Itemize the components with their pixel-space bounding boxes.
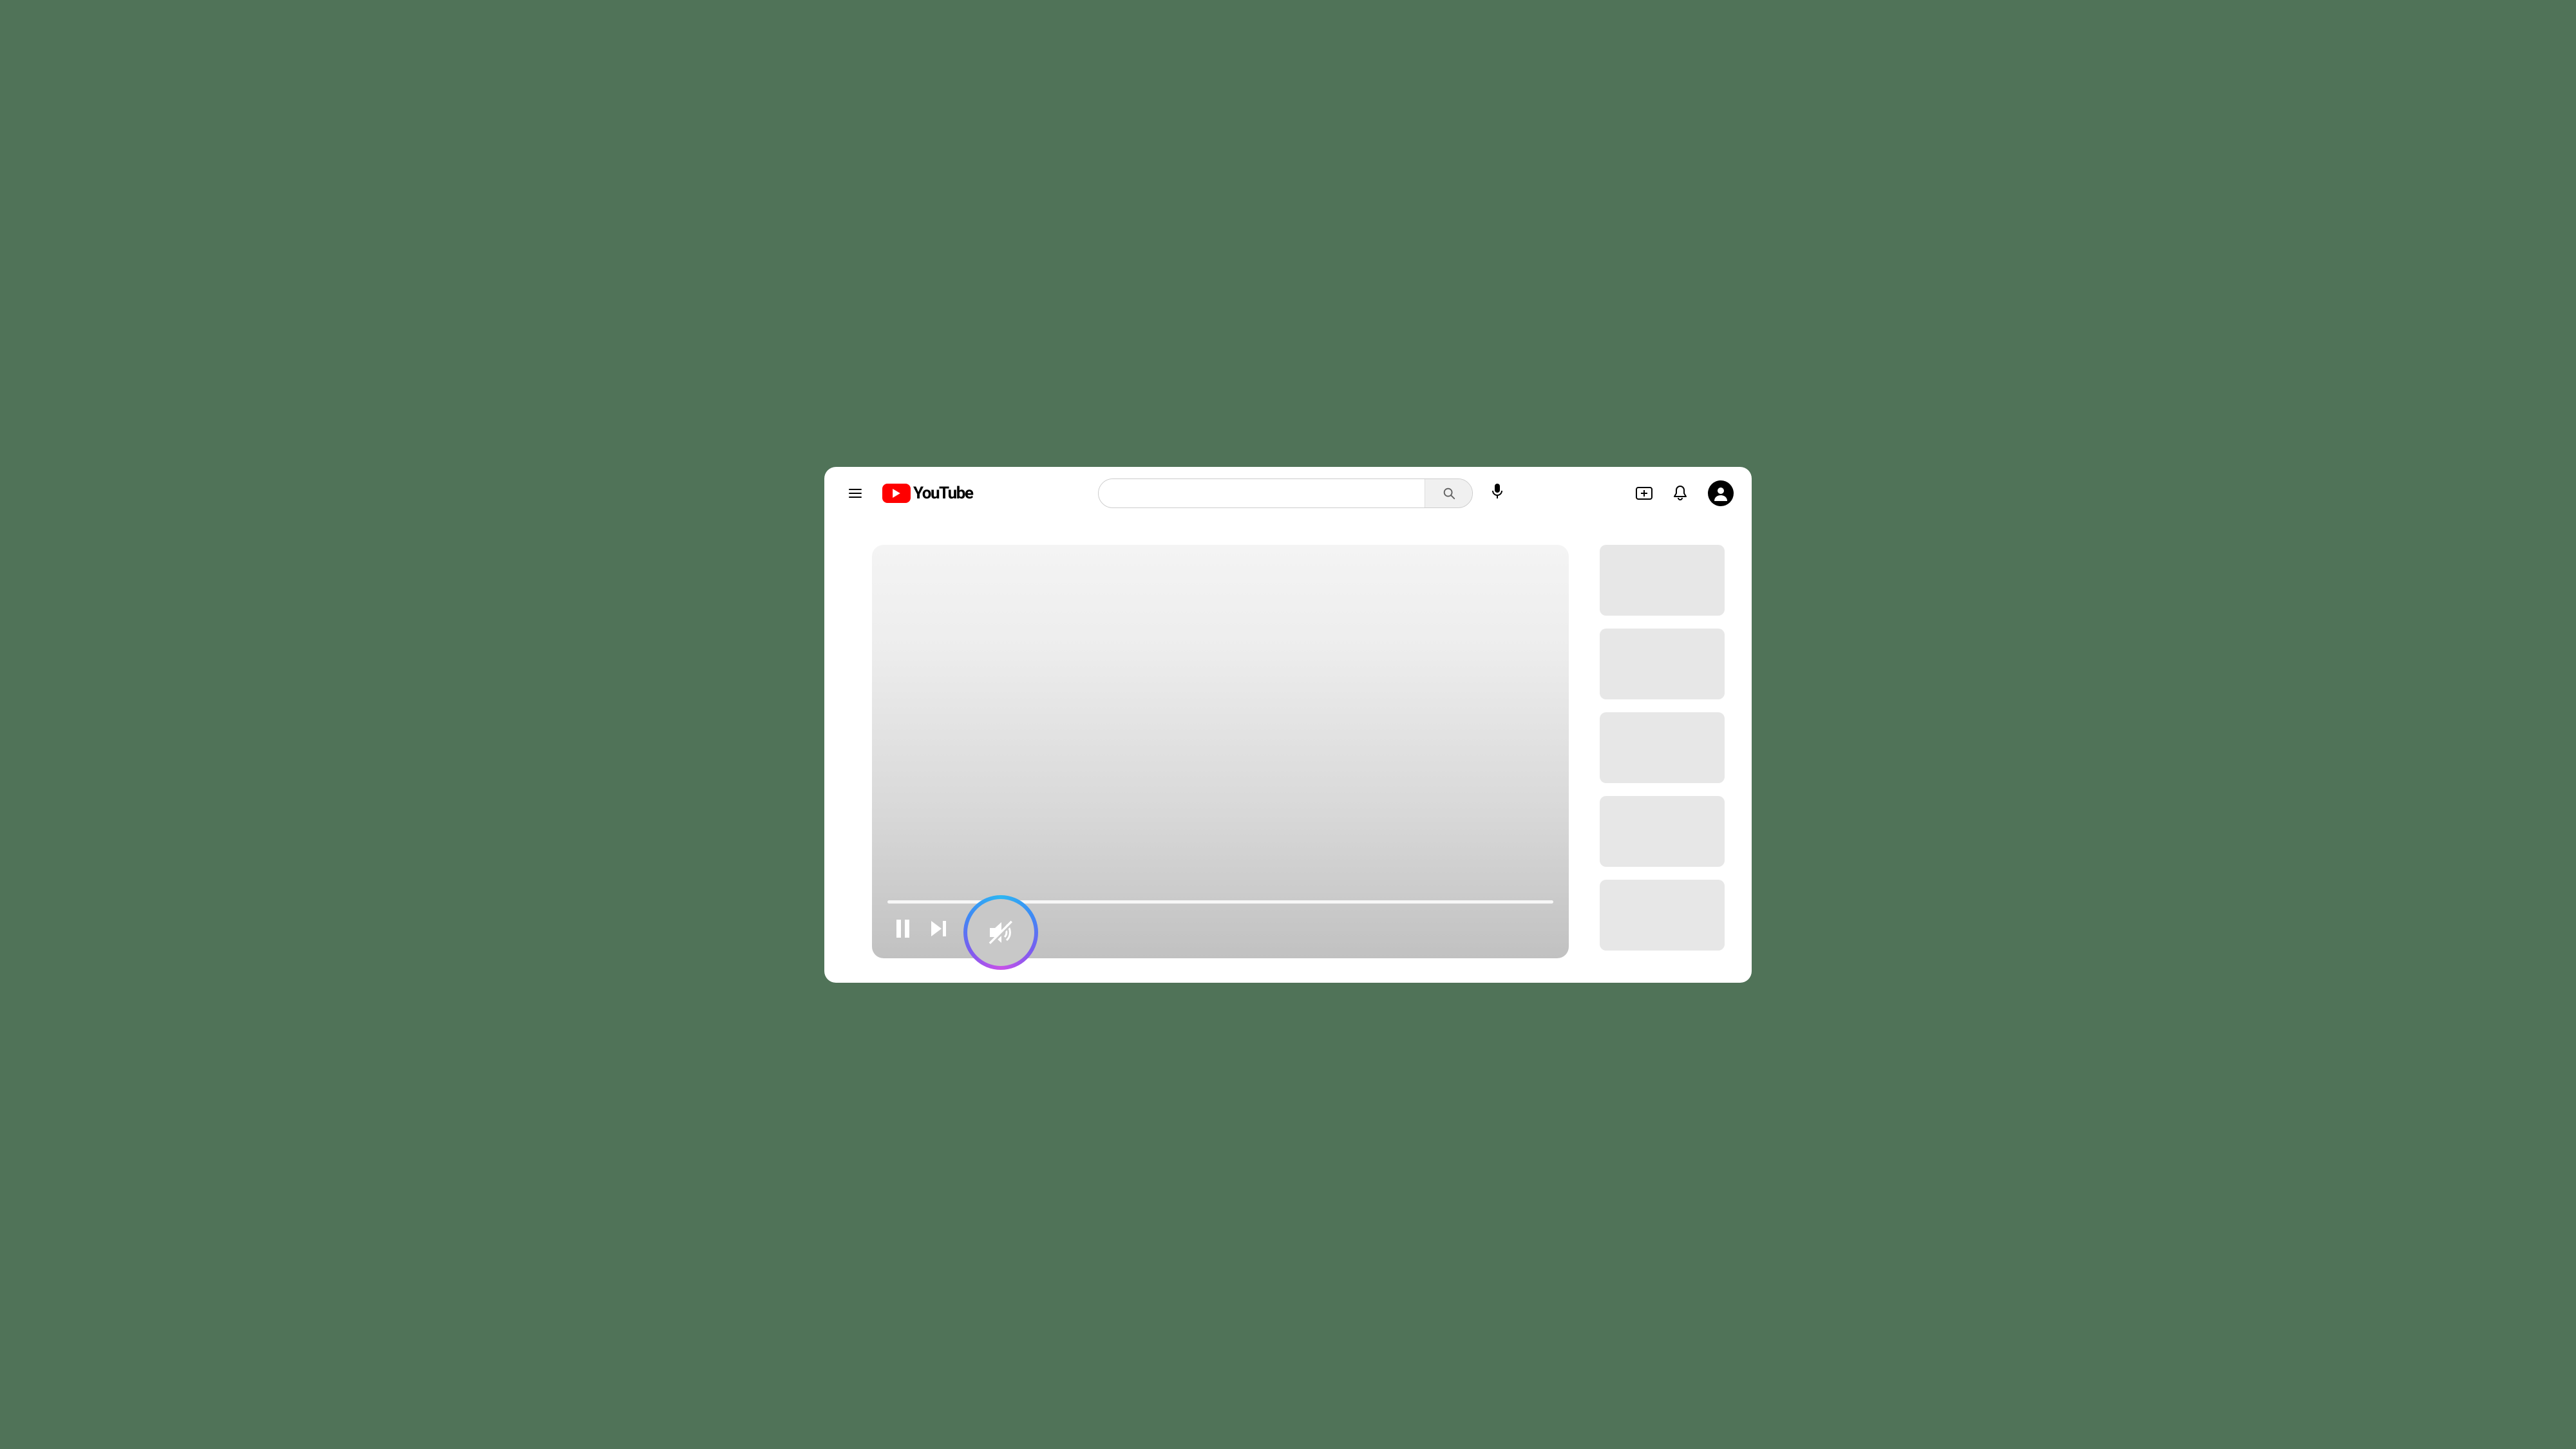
account-icon — [1712, 484, 1730, 502]
suggested-thumbnail[interactable] — [1600, 629, 1725, 699]
video-player[interactable] — [872, 545, 1569, 958]
mute-highlight-ring — [963, 895, 1038, 970]
youtube-play-icon — [882, 484, 911, 503]
pause-button[interactable] — [887, 913, 918, 944]
masthead: YouTube — [824, 467, 1752, 520]
next-icon — [930, 920, 948, 938]
header-actions — [1636, 480, 1734, 506]
app-window: YouTube — [824, 467, 1752, 983]
search-icon — [1442, 486, 1456, 500]
search-button[interactable] — [1425, 479, 1472, 507]
guide-menu-button[interactable] — [842, 480, 868, 506]
suggested-thumbnail[interactable] — [1600, 712, 1725, 783]
account-button[interactable] — [1708, 480, 1734, 506]
bell-icon — [1673, 485, 1687, 502]
search-container — [972, 478, 1636, 508]
create-button[interactable] — [1636, 487, 1653, 500]
microphone-icon — [1491, 483, 1504, 500]
create-icon — [1636, 487, 1653, 500]
mute-icon — [983, 915, 1018, 950]
voice-search-button[interactable] — [1484, 478, 1510, 504]
search-input[interactable] — [1099, 479, 1425, 507]
suggested-thumbnail[interactable] — [1600, 880, 1725, 951]
youtube-wordmark: YouTube — [913, 484, 972, 503]
suggested-thumbnail[interactable] — [1600, 545, 1725, 616]
menu-icon — [848, 486, 863, 501]
suggested-videos — [1600, 545, 1725, 958]
youtube-logo[interactable]: YouTube — [882, 484, 972, 503]
pause-icon — [895, 920, 911, 938]
content-area — [824, 520, 1752, 983]
mute-button[interactable] — [967, 899, 1034, 966]
next-button[interactable] — [923, 913, 954, 944]
suggested-thumbnail[interactable] — [1600, 796, 1725, 867]
search-box — [1098, 478, 1473, 508]
notifications-button[interactable] — [1673, 485, 1687, 502]
player-controls — [887, 913, 954, 944]
